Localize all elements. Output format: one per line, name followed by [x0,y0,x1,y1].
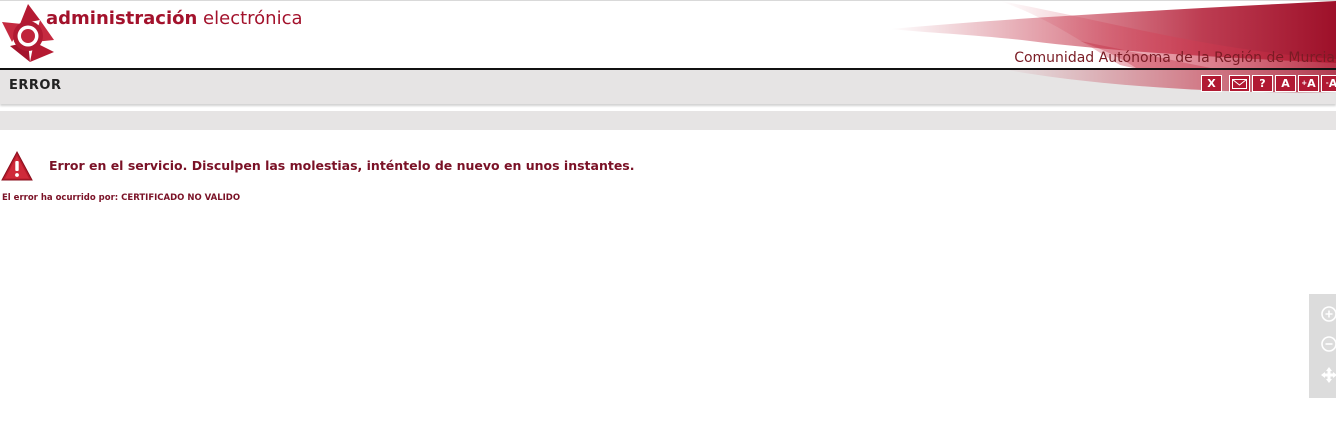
error-message: Error en el servicio. Disculpen las mole… [49,158,635,173]
font-increase-button[interactable]: +A [1298,75,1319,92]
pan-icon[interactable] [1320,366,1336,384]
toolbar: X ? A +A -A [1201,75,1336,92]
font-decrease-button[interactable]: -A [1321,75,1336,92]
brand-light: electrónica [203,8,303,29]
font-decrease-icon: -A [1326,77,1336,90]
title-bar: ERROR X ? A +A -A [0,68,1336,104]
close-icon: X [1207,77,1216,90]
region-name: Comunidad Autónoma de la Región de Murci… [1014,50,1335,66]
font-decrease-label: A [1329,77,1336,90]
page-title: ERROR [9,78,62,93]
close-button[interactable]: X [1201,75,1222,92]
font-increase-label: A [1307,77,1316,90]
warning-icon [1,150,33,181]
mail-button[interactable] [1229,75,1250,92]
site-header: administración electrónica Comunidad Aut… [0,0,1336,70]
brand-title: administración electrónica [46,7,303,31]
help-icon: ? [1259,77,1266,90]
separator-strip [0,111,1336,130]
font-increase-icon: +A [1301,77,1315,90]
mail-icon [1232,79,1247,89]
zoom-out-icon[interactable] [1320,335,1336,353]
zoom-panel [1309,294,1336,398]
font-normal-icon: A [1281,77,1290,90]
brand-strong: administración [46,8,198,29]
help-button[interactable]: ? [1252,75,1273,92]
zoom-in-icon[interactable] [1320,305,1336,323]
font-normal-button[interactable]: A [1275,75,1296,92]
page: administración electrónica Comunidad Aut… [0,0,1336,424]
error-detail: El error ha ocurrido por: CERTIFICADO NO… [2,193,241,203]
